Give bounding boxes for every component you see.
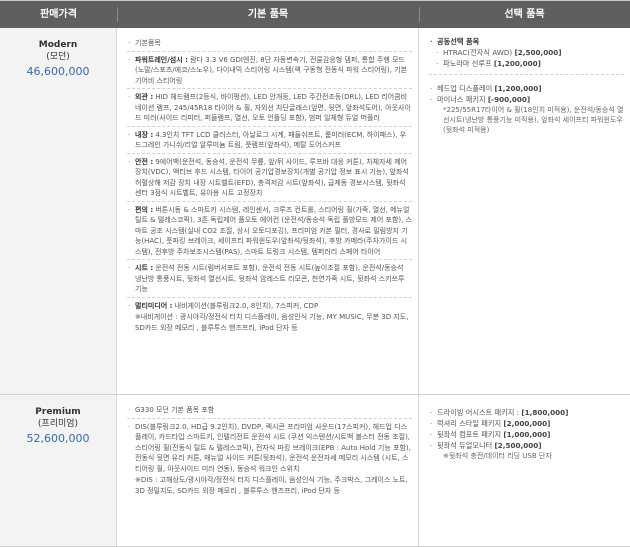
option-item: 뒷좌석 컴포트 패키지 [1,000,000]: [429, 429, 624, 440]
table-row-modern: Modern (모던) 46,600,000 기본품목 파워트레인/섬시 : 람…: [0, 28, 630, 395]
option-item: 파노라마 선루프 [1,200,000]: [429, 58, 624, 69]
basic-item-convenience: 편의 : 버튼시동 & 스마트키 시스템, 레인센서, 크루즈 컨트롤, 스티어…: [127, 205, 412, 258]
basic-item-powertrain: 파워트레인/섬시 : 람다 3.3 V6 GDI엔진, 8단 자동변속기, 전륜…: [127, 55, 412, 87]
multimedia-note: ※내비게이션 : 광시야각/정전식 터치 디스플레이, 음성인식 기능, MY …: [135, 313, 409, 332]
dual-monitor-note: ※뒷좌석 충전/데이터 리딩 USB 단자: [443, 452, 552, 460]
basic-item-exterior: 외관 : HID 헤드램프(2등식, 바이펑션), LED 안개등, LED 주…: [127, 92, 412, 124]
grade-subname: (프리미엄): [37, 419, 79, 429]
minus-package-note: *225/55R17타이어 & 휠(18인치 미적용), 운전석/동승석 열선시…: [443, 106, 624, 134]
basic-items-cell: 기본품목 파워트레인/섬시 : 람다 3.3 V6 GDI엔진, 8단 자동변속…: [117, 28, 419, 394]
price-table: 판매가격 기본 품목 선택 품목 Modern (모던) 46,600,000 …: [0, 0, 630, 547]
basic-item-safety: 안전 : 9에어백(운전석, 동승석, 운전석 무릎, 앞/뒤 사이드, 루프바…: [127, 157, 412, 199]
option-item: 뒷좌석 듀얼모니터 [2,500,000]: [429, 440, 624, 451]
grade-name: Modern: [38, 40, 78, 50]
basic-item-multimedia: 멀티미디어 : 내비게이션(블루링크2.0, 8인치), 7스피커, CDP: [127, 301, 412, 312]
option-group: 공동선택 품목 HTRAC(전자식 AWD) [2,500,000] 파노라마 …: [429, 36, 624, 75]
option-item: 드라이빙 어시스트 패키지 : [1,800,000]: [429, 407, 624, 418]
basic-items-cell: G330 모던 기본 품목 포함 DIS(블루링크2.0, HD급 9.2인치)…: [117, 395, 419, 546]
basic-item-premium: DIS(블루링크2.0, HD급 9.2인치), DVDP, 렉시콘 프리미엄 …: [127, 422, 412, 475]
divider: [127, 125, 412, 127]
basic-item-interior: 내장 : 4.3인치 TFT LCD 클러스터, 아날로그 시계, 패들쉬프트,…: [127, 130, 412, 151]
option-item: 마이너스 패키지 [-900,000]: [429, 94, 624, 105]
table-header: 판매가격 기본 품목 선택 품목: [0, 1, 630, 28]
option-items-cell: 공동선택 품목 HTRAC(전자식 AWD) [2,500,000] 파노라마 …: [419, 28, 630, 394]
divider: [127, 50, 412, 52]
basic-item-default: 기본품목: [127, 38, 412, 49]
option-group-title: 공동선택 품목: [429, 36, 624, 47]
divider: [127, 296, 412, 298]
header-grade: 판매가격: [40, 9, 77, 20]
basic-item-base: G330 모던 기본 품목 포함: [127, 405, 412, 416]
grade-name: Premium: [35, 407, 81, 417]
option-item: HTRAC(전자식 AWD) [2,500,000]: [429, 47, 624, 58]
grade-cell: Modern (모던) 46,600,000: [0, 28, 117, 394]
divider: [127, 259, 412, 260]
grade-price: 52,600,000: [26, 432, 90, 445]
header-basic: 기본 품목: [247, 9, 289, 20]
grade-cell: Premium (프리미엄) 52,600,000: [0, 395, 117, 546]
table-row-premium: Premium (프리미엄) 52,600,000 G330 모던 기본 품목 …: [0, 395, 630, 547]
header-option: 선택 품목: [504, 9, 545, 20]
grade-subname: (모던): [46, 52, 70, 62]
divider: [127, 200, 412, 202]
divider: [127, 152, 412, 154]
option-item: 헤드업 디스플레이 [1,200,000]: [429, 83, 624, 94]
dis-note: ※DIS : 고해상도/광시야각/정전식 터치 디스플레이, 음성인식 기능, …: [135, 476, 408, 495]
option-items-cell: 드라이빙 어시스트 패키지 : [1,800,000] 럭셔리 스타일 패키지 …: [419, 395, 630, 546]
divider: [127, 417, 412, 419]
grade-price: 46,600,000: [26, 65, 90, 78]
option-item: 럭셔리 스타일 패키지 [2,000,000]: [429, 418, 624, 429]
basic-item-seat: 시트 : 운전석 전동 시트(럼버서포트 포함), 운전석 전동 시트(높이조절…: [127, 263, 412, 295]
divider: [127, 88, 412, 89]
